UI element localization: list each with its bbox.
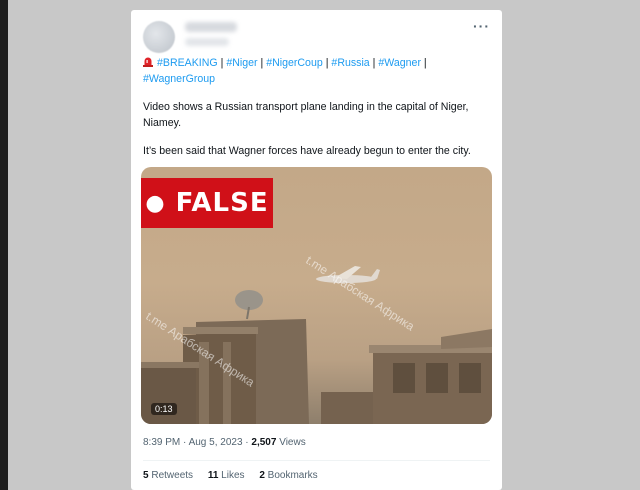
views-count: 2,507 — [251, 437, 277, 448]
hashtag-niger[interactable]: #Niger — [226, 57, 257, 69]
bookmarks-label: Bookmarks — [267, 470, 318, 481]
views-label: Views — [279, 437, 306, 448]
video-player[interactable]: ● FALSE t.me Арабская Африка t.me Арабска… — [141, 167, 492, 424]
bookmarks-count: 2 — [259, 470, 265, 481]
tweet-meta: 8:39 PM · Aug 5, 2023 · 2,507 Views — [143, 437, 306, 448]
hashtag-line: #BREAKING | #Niger | #NigerCoup | #Russi… — [143, 55, 493, 87]
tweet-text-2: It’s been said that Wagner forces have a… — [143, 145, 471, 157]
separator: | — [372, 57, 376, 69]
author-name-blurred[interactable] — [185, 22, 237, 32]
hashtag-breaking[interactable]: #BREAKING — [157, 57, 218, 69]
video-duration: 0:13 — [151, 403, 177, 415]
badge-dot: ● — [145, 190, 166, 216]
divider — [143, 460, 490, 461]
more-options-icon[interactable]: ··· — [473, 18, 490, 34]
likes-count: 11 — [207, 470, 219, 481]
avatar[interactable] — [143, 21, 175, 53]
siren-icon — [143, 57, 153, 67]
likes-stat[interactable]: 11 Likes — [208, 470, 245, 481]
hashtag-wagnergroup[interactable]: #WagnerGroup — [143, 73, 215, 85]
timestamp[interactable]: 8:39 PM · Aug 5, 2023 · — [143, 437, 249, 448]
retweets-count: 5 — [143, 470, 149, 481]
hashtag-nigercoup[interactable]: #NigerCoup — [266, 57, 323, 69]
retweets-label: Retweets — [151, 470, 194, 481]
left-edge-strip — [0, 0, 8, 490]
separator: | — [325, 57, 329, 69]
likes-label: Likes — [221, 470, 245, 481]
author-handle-blurred — [185, 38, 229, 46]
hashtag-wagner[interactable]: #Wagner — [378, 57, 421, 69]
tweet-card: ··· #BREAKING | #Niger | #NigerCoup | #R… — [131, 10, 502, 490]
separator: | — [220, 57, 224, 69]
engagement-stats: 5 Retweets 11 Likes 2 Bookmarks — [143, 470, 330, 481]
tweet-text-1: Video shows a Russian transport plane la… — [143, 101, 469, 129]
hashtag-russia[interactable]: #Russia — [331, 57, 369, 69]
false-badge: ● FALSE — [141, 178, 273, 228]
retweets-stat[interactable]: 5 Retweets — [143, 470, 193, 481]
bookmarks-stat[interactable]: 2 Bookmarks — [259, 470, 317, 481]
false-badge-label: FALSE — [175, 188, 269, 218]
separator: | — [423, 57, 427, 69]
separator: | — [260, 57, 264, 69]
